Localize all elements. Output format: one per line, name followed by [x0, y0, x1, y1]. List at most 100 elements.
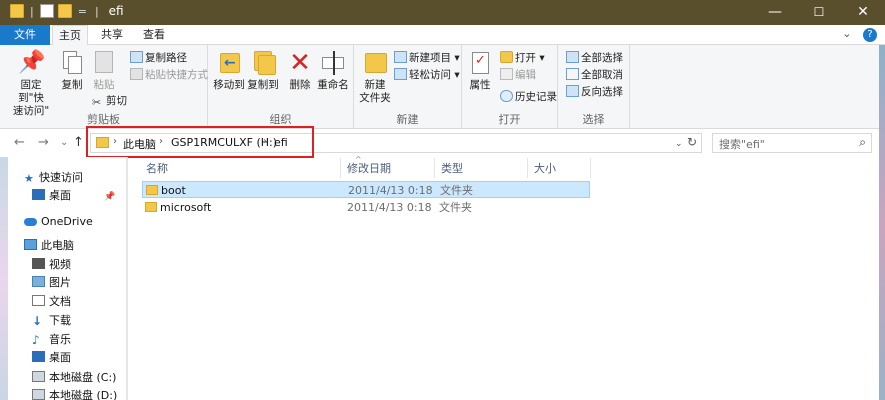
close-button[interactable]: ✕ [841, 0, 885, 25]
nav-local-disk-c[interactable]: 本地磁盘 (C:) [32, 369, 116, 387]
document-icon [32, 295, 45, 306]
open-label: 打开 ▾ [515, 52, 545, 64]
ribbon-controls: ⌄ ? [842, 27, 877, 42]
move-to-button[interactable]: ← 移动到 [213, 49, 245, 92]
new-item-button[interactable]: 新建项目 ▾ [394, 50, 460, 66]
nav-documents[interactable]: 文档 [32, 293, 71, 311]
copy-button[interactable]: 复制 [58, 49, 86, 92]
nav-local-disk-d[interactable]: 本地磁盘 (D:) [32, 387, 117, 400]
paste-shortcut-button[interactable]: 粘贴快捷方式 [130, 67, 208, 83]
rename-button[interactable]: 重命名 [316, 49, 350, 92]
column-modified[interactable]: 修改日期 [347, 160, 391, 178]
desktop-background-left [0, 157, 8, 400]
copy-path-icon [130, 51, 143, 63]
edit-button[interactable]: 编辑 [500, 67, 536, 83]
cut-button[interactable]: ✂ 剪切 [92, 93, 127, 109]
select-group: 全部选择 全部取消 反向选择 选择 [558, 45, 630, 129]
pin-icon: 📌 [104, 192, 116, 202]
new-folder-qat-icon[interactable] [57, 4, 72, 18]
column-divider[interactable] [590, 158, 591, 178]
column-divider[interactable] [340, 158, 341, 178]
qat-dropdown[interactable]: = [78, 5, 87, 18]
qat-separator: | [30, 4, 34, 18]
copy-path-label: 复制路径 [145, 52, 187, 64]
nav-downloads[interactable]: ↓ 下载 [32, 312, 71, 330]
computer-icon [24, 239, 37, 250]
rename-label: 重命名 [317, 79, 349, 91]
paste-icon [91, 49, 117, 77]
pin-quick-access-button[interactable]: 📌 固定到"快 速访问" [8, 49, 54, 118]
column-size[interactable]: 大小 [534, 160, 556, 178]
tab-view[interactable]: 查看 [136, 25, 172, 45]
file-row-boot[interactable]: boot 2011/4/13 0:18 文件夹 [142, 181, 590, 198]
back-button[interactable]: ← [14, 135, 25, 150]
nav-music[interactable]: ♪ 音乐 [32, 331, 71, 349]
properties-label: 属性 [469, 79, 491, 91]
cloud-icon [24, 218, 37, 226]
nav-onedrive[interactable]: OneDrive [24, 213, 93, 231]
select-none-button[interactable]: 全部取消 [566, 67, 623, 83]
clipboard-group: 📌 固定到"快 速访问" 复制 粘贴 复制路径 粘贴快捷方式 ✂ 剪切 剪贴板 [0, 45, 208, 129]
column-divider[interactable] [527, 158, 528, 178]
copy-path-button[interactable]: 复制路径 [130, 50, 187, 66]
select-all-button[interactable]: 全部选择 [566, 50, 623, 66]
qat-separator-2: | [94, 4, 99, 18]
history-icon [500, 90, 513, 102]
cut-label: 剪切 [106, 95, 127, 107]
tab-share[interactable]: 共享 [92, 25, 132, 45]
tab-home[interactable]: 主页 [52, 25, 88, 46]
nav-videos[interactable]: 视频 [32, 256, 71, 274]
minimize-button[interactable]: — [753, 0, 797, 25]
nav-quick-access[interactable]: ★ 快速访问 [24, 169, 83, 187]
forward-button[interactable]: → [38, 135, 49, 150]
new-folder-icon [362, 49, 388, 77]
help-icon[interactable]: ? [863, 28, 877, 42]
paste-label: 粘贴 [93, 79, 115, 91]
navigation-scrollbar[interactable] [126, 157, 128, 400]
window-title: efi [108, 4, 124, 18]
nav-this-pc[interactable]: 此电脑 [24, 237, 74, 255]
file-row-microsoft[interactable]: microsoft 2011/4/13 0:18 文件夹 [142, 199, 590, 216]
open-button[interactable]: 打开 ▾ [500, 50, 545, 66]
desktop-background-right [879, 45, 885, 400]
move-to-icon: ← [216, 49, 242, 77]
refresh-icon[interactable]: ↻ [687, 135, 697, 149]
paste-shortcut-icon [130, 68, 143, 80]
collapse-ribbon-icon[interactable]: ⌄ [842, 27, 851, 40]
delete-label: 删除 [289, 79, 311, 91]
copy-to-button[interactable]: 复制到 [246, 49, 280, 92]
select-all-label: 全部选择 [581, 52, 623, 64]
invert-selection-button[interactable]: 反向选择 [566, 84, 623, 100]
maximize-button[interactable]: ☐ [797, 0, 841, 25]
nav-this-pc-label: 此电脑 [41, 239, 74, 252]
desktop-icon [32, 189, 45, 200]
nav-pictures[interactable]: 图片 [32, 274, 71, 292]
recent-locations-button[interactable]: ⌄ [60, 137, 68, 148]
column-type[interactable]: 类型 [441, 160, 463, 178]
column-divider[interactable] [434, 158, 435, 178]
search-icon[interactable]: ⌕ [859, 135, 866, 150]
address-dropdown-icon[interactable]: ⌄ [675, 139, 683, 149]
paste-shortcut-label: 粘贴快捷方式 [145, 69, 208, 81]
new-folder-button[interactable]: 新建 文件夹 [358, 49, 392, 105]
invert-selection-label: 反向选择 [581, 86, 623, 98]
up-button[interactable]: ↑ [73, 135, 84, 150]
column-name[interactable]: 名称 [146, 160, 168, 178]
nav-desktop[interactable]: 桌面 [32, 349, 71, 367]
search-input[interactable]: 搜索"efi" ⌕ [712, 133, 872, 153]
tab-file[interactable]: 文件 [0, 25, 50, 45]
star-icon: ★ [24, 172, 34, 185]
paste-button[interactable]: 粘贴 [90, 49, 118, 92]
history-button[interactable]: 历史记录 [500, 89, 557, 105]
properties-qat-icon[interactable] [39, 4, 54, 18]
nav-music-label: 音乐 [49, 333, 71, 346]
delete-button[interactable]: ✕ 删除 [286, 49, 314, 92]
new-group: 新建 文件夹 新建项目 ▾ 轻松访问 ▾ 新建 [354, 45, 462, 129]
easy-access-button[interactable]: 轻松访问 ▾ [394, 67, 460, 83]
address-highlight-box [86, 126, 314, 158]
nav-local-disk-c-label: 本地磁盘 (C:) [49, 371, 117, 384]
edit-icon [500, 68, 513, 80]
properties-button[interactable]: ✓ 属性 [466, 49, 494, 92]
video-icon [32, 258, 45, 269]
select-all-icon [566, 51, 579, 63]
